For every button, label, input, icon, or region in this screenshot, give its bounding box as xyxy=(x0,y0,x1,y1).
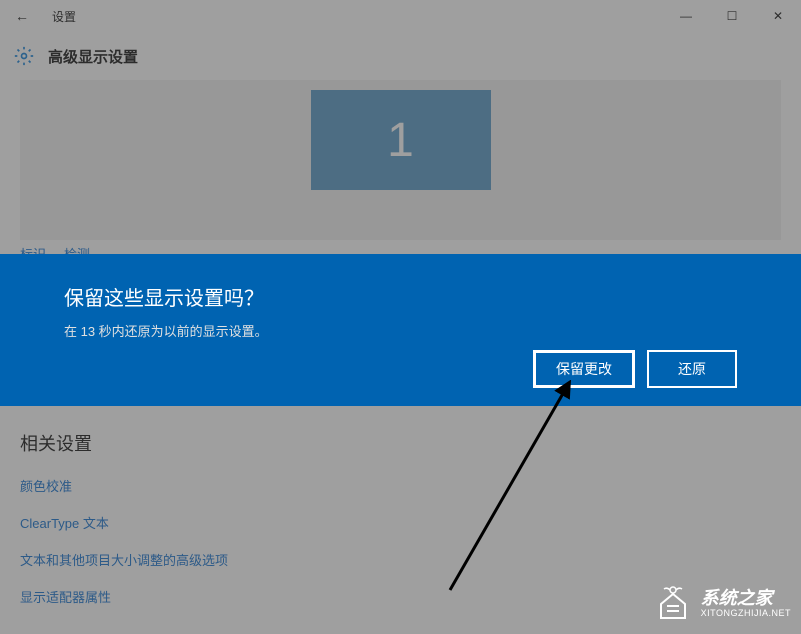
related-settings-title: 相关设置 xyxy=(20,430,228,456)
text-sizing-link[interactable]: 文本和其他项目大小调整的高级选项 xyxy=(20,550,228,569)
titlebar: ← 设置 — ☐ ✕ xyxy=(0,0,801,32)
watermark-text: 系统之家 XITONGZHIJIA.NET xyxy=(701,589,791,619)
watermark-cn: 系统之家 xyxy=(701,589,791,609)
display-adapter-link[interactable]: 显示适配器属性 xyxy=(20,587,228,606)
display-preview-area: 1 xyxy=(20,80,781,240)
close-button[interactable]: ✕ xyxy=(755,0,801,32)
dialog-message: 在 13 秒内还原为以前的显示设置。 xyxy=(64,321,737,340)
back-button[interactable]: ← xyxy=(0,0,44,32)
monitor-number: 1 xyxy=(387,113,414,168)
window-controls: — ☐ ✕ xyxy=(663,0,801,32)
minimize-button[interactable]: — xyxy=(663,0,709,32)
watermark-en: XITONGZHIJIA.NET xyxy=(701,609,791,619)
maximize-icon: ☐ xyxy=(727,9,738,23)
keep-changes-button[interactable]: 保留更改 xyxy=(533,350,635,388)
annotation-arrow xyxy=(420,380,620,600)
confirm-dialog: 保留这些显示设置吗？ 在 13 秒内还原为以前的显示设置。 保留更改 还原 xyxy=(0,254,801,406)
dialog-title: 保留这些显示设置吗？ xyxy=(64,282,737,311)
dialog-buttons: 保留更改 还原 xyxy=(64,350,737,388)
gear-icon xyxy=(14,46,34,66)
page-title: 高级显示设置 xyxy=(48,46,138,67)
monitor-tile[interactable]: 1 xyxy=(311,90,491,190)
revert-button[interactable]: 还原 xyxy=(647,350,737,388)
cleartype-link[interactable]: ClearType 文本 xyxy=(20,513,228,532)
close-icon: ✕ xyxy=(773,9,783,23)
watermark: 系统之家 XITONGZHIJIA.NET xyxy=(653,584,791,624)
maximize-button[interactable]: ☐ xyxy=(709,0,755,32)
minimize-icon: — xyxy=(680,9,692,23)
color-calibration-link[interactable]: 颜色校准 xyxy=(20,476,228,495)
related-settings-section: 相关设置 颜色校准 ClearType 文本 文本和其他项目大小调整的高级选项 … xyxy=(20,430,228,624)
page-header: 高级显示设置 xyxy=(0,32,801,80)
window-title: 设置 xyxy=(52,8,76,25)
arrow-left-icon: ← xyxy=(15,8,29,24)
watermark-logo-icon xyxy=(653,584,693,624)
